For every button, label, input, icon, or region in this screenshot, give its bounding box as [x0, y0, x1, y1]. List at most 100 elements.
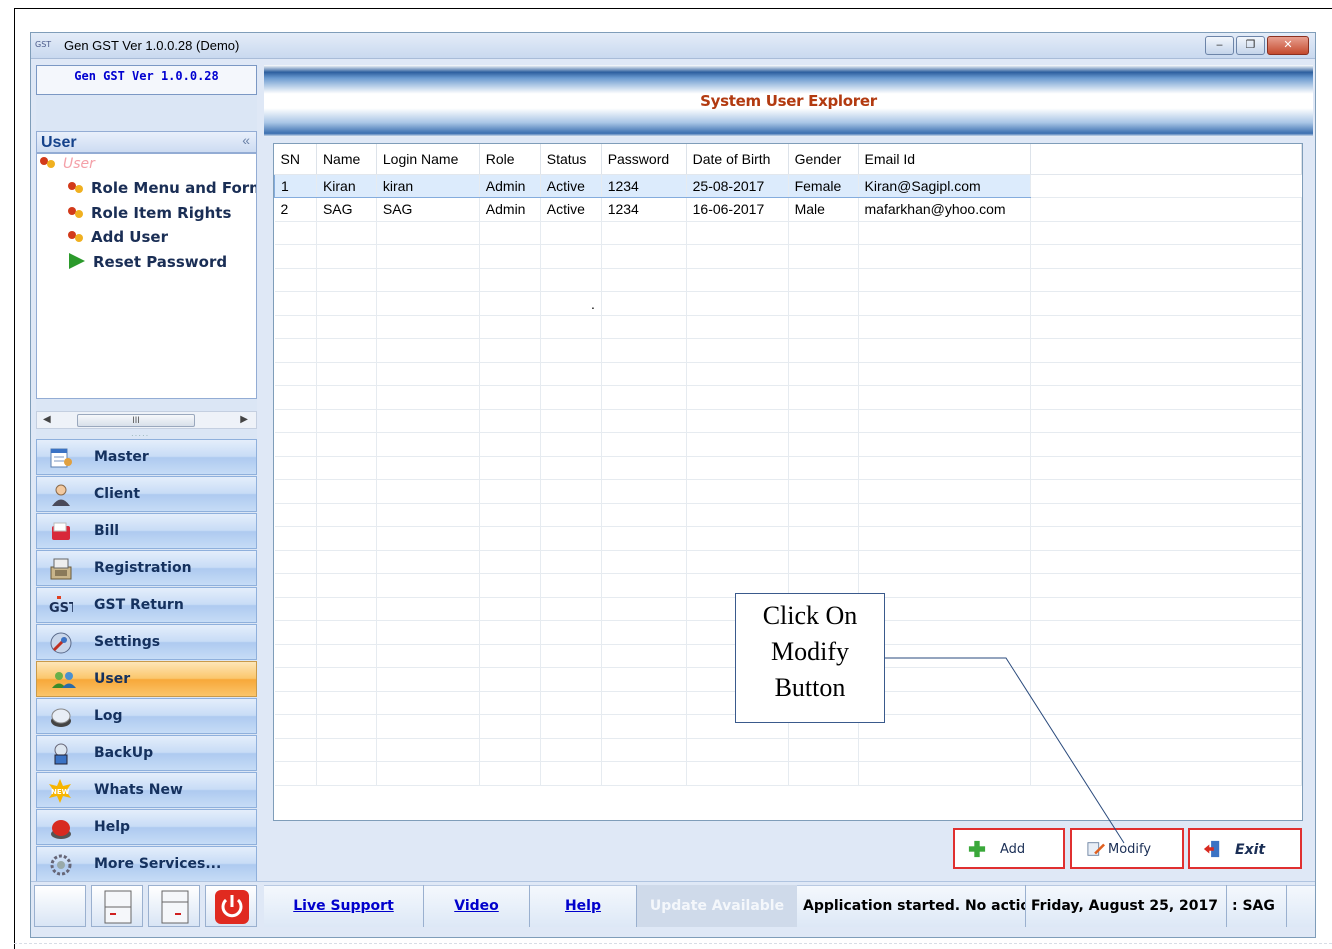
empty-cell	[540, 409, 602, 433]
empty-cell	[274, 691, 317, 715]
empty-row	[274, 268, 1302, 292]
tree-item-add-user[interactable]: Add User	[67, 228, 168, 246]
help-icon	[51, 820, 71, 839]
nav-item-gst-return[interactable]: GST GST Return	[36, 587, 257, 623]
add-icon	[968, 840, 986, 858]
empty-cell	[274, 573, 317, 598]
close-icon: ✕	[1283, 38, 1293, 51]
collapse-icon[interactable]: «	[242, 132, 250, 148]
empty-cell	[601, 479, 687, 504]
empty-cell	[376, 526, 480, 551]
nav-item-log[interactable]: Log	[36, 698, 257, 734]
empty-cell	[316, 315, 377, 339]
empty-cell	[858, 526, 1032, 551]
exit-button[interactable]: Exit	[1188, 828, 1302, 869]
update-available-link[interactable]: Update Available	[637, 885, 797, 927]
empty-cell	[274, 456, 317, 480]
empty-cell	[601, 244, 687, 269]
scroll-left-icon[interactable]: ◀	[43, 414, 51, 425]
empty-row	[274, 291, 1302, 316]
add-button-label: Add	[1000, 842, 1026, 857]
power-button[interactable]	[205, 885, 257, 927]
column-header-login-name[interactable]: Login Name	[376, 144, 480, 175]
empty-cell	[479, 221, 541, 245]
column-header-name[interactable]: Name	[316, 144, 377, 175]
nav-label: User	[94, 671, 131, 687]
restore-button[interactable]: ❐	[1236, 36, 1265, 55]
nav-item-help[interactable]: Help	[36, 809, 257, 845]
nav-item-user[interactable]: User	[36, 661, 257, 697]
column-header-password[interactable]: Password	[601, 144, 687, 175]
nav-item-master[interactable]: Master	[36, 439, 257, 475]
help-link[interactable]: Help	[530, 885, 637, 927]
nav-label: Master	[94, 449, 149, 465]
cell-status: Active	[540, 173, 602, 198]
title-bar: GST Gen GST Ver 1.0.0.28 (Demo) ‒ ❐ ✕	[31, 33, 1315, 59]
empty-cell	[788, 268, 859, 292]
modify-button-label: Modify	[1108, 842, 1152, 857]
empty-cell	[686, 244, 789, 269]
nav-item-backup[interactable]: BackUp	[36, 735, 257, 771]
tree-root-user[interactable]: User	[39, 155, 95, 172]
nav-item-whats-new[interactable]: NEW Whats New	[36, 772, 257, 808]
empty-cell	[788, 503, 859, 527]
column-header-email-id[interactable]: Email Id	[858, 144, 1032, 175]
empty-cell	[274, 597, 317, 621]
empty-cell	[858, 315, 1032, 339]
empty-cell	[479, 385, 541, 410]
tree-title: User	[41, 134, 77, 151]
empty-cell	[479, 761, 541, 786]
tree-header[interactable]: User «	[36, 131, 257, 153]
table-row[interactable]: 2 SAG SAG Admin Active 1234 16-06-2017 M…	[274, 197, 1302, 222]
nav-item-registration[interactable]: Registration	[36, 550, 257, 586]
close-button[interactable]: ✕	[1267, 36, 1309, 55]
column-header-date-of-birth[interactable]: Date of Birth	[686, 144, 789, 175]
nav-label: Help	[94, 819, 131, 835]
empty-cell	[479, 338, 541, 363]
column-header-gender[interactable]: Gender	[788, 144, 859, 175]
tile-horizontal-button[interactable]	[91, 885, 143, 927]
tree-item-reset-password[interactable]: Reset Password	[69, 253, 227, 271]
empty-cell	[788, 362, 859, 386]
modify-button[interactable]: Modify	[1070, 828, 1184, 869]
empty-cell	[316, 550, 377, 574]
nav-label: Client	[94, 486, 141, 502]
status-message: Application started. No action	[798, 885, 1026, 927]
tile-horizontal-icon	[104, 890, 132, 924]
table-row[interactable]: 1 Kiran kiran Admin Active 1234 25-08-20…	[274, 173, 1302, 198]
nav-item-client[interactable]: Client	[36, 476, 257, 512]
live-support-link[interactable]: Live Support	[264, 885, 424, 927]
tree-item-role-menu[interactable]: Role Menu and Form	[67, 179, 256, 197]
empty-cell	[479, 432, 541, 457]
empty-cell	[540, 644, 602, 668]
empty-cell	[540, 761, 602, 786]
empty-cell	[858, 268, 1032, 292]
column-header-role[interactable]: Role	[479, 144, 541, 175]
empty-cell	[686, 550, 789, 574]
empty-row	[274, 503, 1302, 527]
minimize-button[interactable]: ‒	[1205, 36, 1234, 55]
empty-cell	[858, 456, 1032, 480]
empty-row	[274, 244, 1302, 269]
status-blank-button[interactable]	[34, 885, 86, 927]
empty-cell	[540, 385, 602, 410]
empty-cell	[1030, 338, 1302, 363]
empty-cell	[316, 385, 377, 410]
empty-cell	[858, 362, 1032, 386]
nav-item-settings[interactable]: Settings	[36, 624, 257, 660]
add-button[interactable]: Add	[953, 828, 1065, 869]
scroll-thumb[interactable]: III	[77, 414, 195, 427]
nav-item-bill[interactable]: Bill	[36, 513, 257, 549]
services-icon	[50, 854, 72, 876]
cell-status: Active	[540, 197, 602, 222]
tile-vertical-button[interactable]	[148, 885, 200, 927]
column-header-sn[interactable]: SN	[274, 144, 317, 175]
video-link[interactable]: Video	[424, 885, 530, 927]
empty-cell	[316, 409, 377, 433]
tree-item-role-item-rights[interactable]: Role Item Rights	[67, 204, 231, 222]
empty-cell	[316, 761, 377, 786]
nav-item-more-services[interactable]: More Services...	[36, 846, 257, 882]
column-header-status[interactable]: Status	[540, 144, 602, 175]
tree-horizontal-scrollbar[interactable]: ◀ III ▶	[36, 411, 257, 429]
scroll-right-icon[interactable]: ▶	[240, 414, 248, 425]
